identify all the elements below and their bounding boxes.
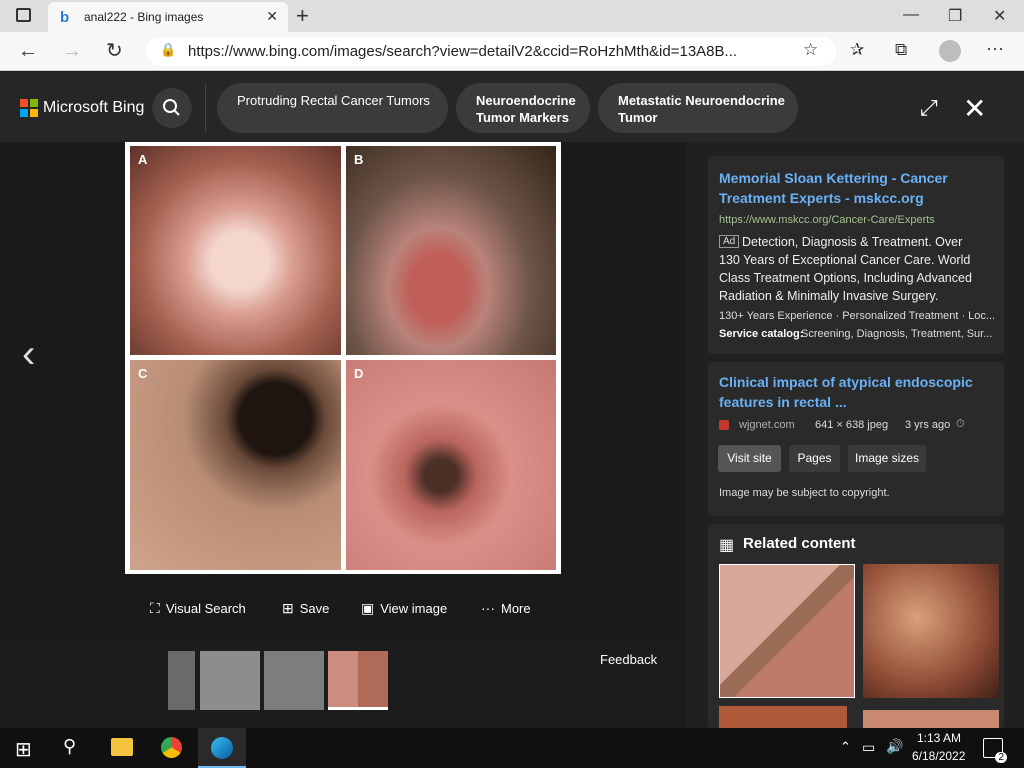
collections-icon[interactable]: ⧉: [895, 40, 907, 60]
minimize-icon[interactable]: —: [903, 6, 919, 24]
ad-url: https://www.mskcc.org/Cancer-Care/Expert…: [719, 214, 935, 226]
ad-sitelinks[interactable]: 130+ Years Experience · Personalized Tre…: [719, 310, 995, 322]
save-button[interactable]: ⊞ Save: [282, 600, 329, 617]
thumbnail[interactable]: [168, 651, 195, 710]
clock-date[interactable]: 6/18/2022: [912, 749, 965, 763]
header-divider: [205, 84, 206, 132]
result-dimensions: 641 × 638 jpeg: [815, 419, 889, 431]
restore-icon[interactable]: ❐: [948, 6, 962, 26]
thumbnail[interactable]: [200, 651, 260, 710]
thumbnail[interactable]: [264, 651, 324, 710]
related-search-pill[interactable]: Protruding Rectal Cancer Tumors: [217, 83, 448, 133]
view-image-button[interactable]: ▣ View image: [361, 600, 447, 617]
bing-brand[interactable]: Microsoft Bing: [43, 99, 144, 117]
window-close-icon[interactable]: ✕: [993, 6, 1006, 26]
tab-close-icon[interactable]: ✕: [266, 8, 278, 25]
add-favorite-icon[interactable]: ☆: [803, 40, 818, 60]
search-icon: [163, 99, 180, 116]
forward-icon[interactable]: →: [62, 40, 82, 62]
notifications-button[interactable]: 2: [983, 738, 1007, 763]
volume-icon[interactable]: 🔊: [886, 738, 903, 755]
result-source[interactable]: wjgnet.com: [739, 419, 795, 431]
related-content-title: Related content: [743, 535, 856, 552]
microsoft-logo-icon[interactable]: [20, 99, 38, 117]
file-explorer-icon[interactable]: [111, 738, 133, 756]
ad-description-line-1: Detection, Diagnosis & Treatment. Over: [742, 235, 963, 249]
refresh-icon[interactable]: ↻: [106, 40, 123, 62]
main-image[interactable]: A B C D: [125, 142, 561, 574]
feedback-link[interactable]: Feedback: [600, 652, 657, 667]
ad-service-catalog[interactable]: Screening, Diagnosis, Treatment, Sur...: [801, 328, 992, 340]
visit-site-button[interactable]: Visit site: [718, 445, 781, 472]
related-search-pill[interactable]: Neuroendocrine Tumor Markers: [456, 83, 590, 133]
related-thumbnail[interactable]: [719, 706, 847, 728]
visual-search-button[interactable]: ⛶ Visual Search: [150, 600, 246, 617]
more-menu-icon[interactable]: ···: [986, 38, 1004, 59]
previous-arrow-icon[interactable]: ‹: [22, 332, 35, 377]
result-age: 3 yrs ago: [905, 419, 951, 431]
url-field[interactable]: 🔒 https://www.bing.com/images/search?vie…: [146, 37, 836, 66]
edge-icon[interactable]: [211, 737, 233, 759]
ad-description-line-4: Radiation & Minimally Invasive Surgery.: [719, 289, 939, 303]
browser-tab-bar: b anal222 - Bing images ✕ + — ❐ ✕: [0, 0, 1024, 32]
image-panel-a: A: [130, 146, 341, 355]
source-favicon-icon: [719, 420, 729, 430]
browser-tab[interactable]: b anal222 - Bing images ✕: [48, 2, 288, 32]
ad-title-line-1[interactable]: Memorial Sloan Kettering - Cancer: [719, 168, 948, 188]
thumbnail-selected[interactable]: [328, 651, 388, 710]
chrome-icon[interactable]: [161, 737, 182, 758]
image-sizes-button[interactable]: Image sizes: [848, 445, 926, 472]
taskbar-search-icon[interactable]: ⚲: [63, 736, 76, 757]
more-button[interactable]: ··· More: [481, 600, 531, 616]
image-panel-c: C: [130, 360, 341, 570]
search-button[interactable]: [152, 88, 192, 128]
view-image-icon: ▣: [361, 600, 375, 616]
result-title-line-1[interactable]: Clinical impact of atypical endoscopic: [719, 372, 973, 392]
ad-title-line-2[interactable]: Treatment Experts - mskcc.org: [719, 188, 924, 208]
profile-avatar[interactable]: [939, 40, 961, 62]
image-panel-d: D: [346, 360, 556, 570]
save-icon: ⊞: [282, 600, 294, 616]
favorites-icon[interactable]: ✰: [850, 40, 864, 60]
ad-badge: Ad: [719, 235, 740, 248]
tab-actions-icon[interactable]: [16, 8, 31, 22]
tray-chevron-icon[interactable]: ⌃: [840, 739, 851, 755]
notification-count: 2: [995, 752, 1007, 763]
tab-title: anal222 - Bing images: [84, 10, 204, 24]
expand-icon[interactable]: ⤢: [920, 95, 938, 121]
bing-favicon-icon: b: [60, 9, 70, 26]
copyright-notice: Image may be subject to copyright.: [719, 487, 890, 499]
lock-icon: 🔒: [160, 42, 177, 57]
network-icon[interactable]: ▭: [862, 739, 875, 756]
new-tab-icon[interactable]: +: [296, 3, 309, 29]
ad-description-line-2: 130 Years of Exceptional Cancer Care. Wo…: [719, 253, 971, 267]
visual-search-icon: ⛶: [150, 600, 160, 616]
url-text: https://www.bing.com/images/search?view=…: [188, 43, 738, 60]
back-icon[interactable]: ←: [18, 40, 38, 62]
history-icon: ⏱: [956, 418, 965, 430]
clock-time[interactable]: 1:13 AM: [917, 731, 961, 745]
pages-button[interactable]: Pages: [789, 445, 840, 472]
related-thumbnail[interactable]: [863, 564, 999, 698]
more-icon: ···: [481, 600, 495, 616]
ad-description-line-3: Class Treatment Options, Including Advan…: [719, 271, 972, 285]
windows-start-icon[interactable]: ⊞: [15, 737, 32, 762]
result-title-line-2[interactable]: features in rectal ...: [719, 392, 847, 412]
ad-service-catalog-label: Service catalog:: [719, 328, 804, 340]
related-thumbnail[interactable]: [863, 710, 999, 728]
image-panel-b: B: [346, 146, 556, 355]
related-thumbnail[interactable]: [719, 564, 855, 698]
close-viewer-icon[interactable]: ✕: [963, 92, 986, 125]
related-search-pill[interactable]: Metastatic Neuroendocrine Tumor: [598, 83, 798, 133]
related-content-icon: ▦: [719, 537, 735, 554]
